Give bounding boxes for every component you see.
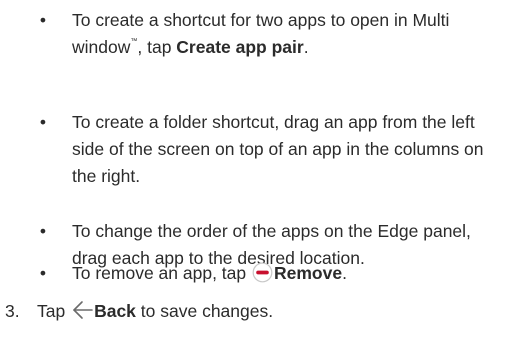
bullet-item-folder-shortcut: • To create a folder shortcut, drag an a…	[38, 109, 508, 190]
back-arrow-icon	[71, 299, 93, 321]
step-number: 3.	[5, 301, 20, 321]
create-app-pair-label: Create app pair	[176, 37, 304, 57]
bullet-text: .	[303, 37, 309, 57]
step-text-before: Tap	[37, 301, 71, 321]
bullet-dot: •	[39, 10, 47, 30]
bullet-text: .	[342, 263, 347, 283]
bullet-item-create-app-pair: • To create a shortcut for two apps to o…	[38, 7, 508, 61]
bullet-dot: •	[39, 263, 47, 283]
bullet-text: , tap	[137, 37, 177, 57]
bullet-text: To create a folder shortcut, drag an app…	[72, 112, 484, 186]
bullet-item-remove-app: • To remove an app, tap Remove.	[38, 260, 347, 287]
bullet-dot: •	[39, 221, 47, 241]
document-page: • To create a shortcut for two apps to o…	[0, 0, 519, 337]
remove-label: Remove	[274, 263, 343, 283]
step-text-after: to save changes.	[135, 301, 274, 321]
bullet-dot: •	[39, 112, 47, 132]
bullet-text: To remove an app, tap	[72, 263, 251, 283]
minus-circle-icon	[252, 262, 273, 283]
back-label: Back	[94, 301, 136, 321]
step-text: Tap Back to save changes.	[37, 298, 273, 325]
